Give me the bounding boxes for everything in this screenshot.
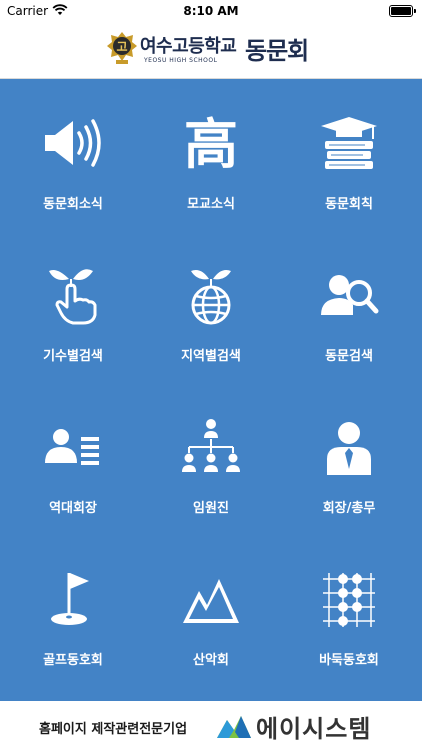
emblem-char: 고	[116, 40, 127, 54]
menu-label: 모교소식	[187, 197, 235, 212]
page-title: 동문회	[245, 37, 309, 65]
menu-item-region-search[interactable]: 지역별검색	[141, 231, 281, 381]
menu-label: 동문회칙	[325, 197, 373, 212]
person-icon	[327, 422, 371, 475]
school-emblem-icon: 고	[107, 32, 137, 64]
golf-flag-icon	[51, 573, 89, 625]
clock: 8:10 AM	[183, 4, 239, 18]
company-logo-icon	[217, 716, 251, 738]
menu-label: 역대회장	[49, 501, 97, 516]
globe-sprout-icon	[191, 270, 231, 325]
school-character-icon: 高	[184, 113, 238, 173]
menu-label: 동문회소식	[43, 197, 103, 212]
menu-label: 바둑동호회	[319, 653, 379, 668]
sprout-hand-icon	[49, 269, 97, 325]
user-search-icon	[321, 275, 379, 315]
menu-label: 회장/총무	[322, 501, 376, 516]
menu-item-golf-club[interactable]: 골프동호회	[3, 535, 143, 685]
menu-label: 기수별검색	[43, 349, 103, 364]
app-header: 고 여수고등학교 YEOSU HIGH SCHOOL 동문회	[0, 22, 422, 79]
org-chart-icon	[182, 419, 240, 472]
menu-item-president-secretary[interactable]: 회장/총무	[279, 383, 419, 533]
footer-brand: 에이시스템	[256, 715, 372, 743]
status-bar: Carrier 8:10 AM	[0, 0, 422, 22]
menu-item-alumni-search[interactable]: 동문검색	[279, 231, 419, 381]
menu-label: 산악회	[193, 653, 229, 668]
menu-item-class-search[interactable]: 기수별검색	[3, 231, 143, 381]
footer-banner[interactable]: 홈페이지 제작관련전문기업 에이시스템	[0, 701, 422, 750]
speaker-icon	[45, 119, 101, 167]
menu-item-school-news[interactable]: 高 모교소식	[141, 79, 281, 229]
menu-label: 골프동호회	[43, 653, 103, 668]
menu-item-alumni-news[interactable]: 동문회소식	[3, 79, 143, 229]
school-subtitle: YEOSU HIGH SCHOOL	[144, 57, 218, 64]
menu-grid: 동문회소식 高 모교소식 동문회칙 기수별검색 지역별검색 동문검색 역대회장 …	[0, 79, 422, 701]
user-list-icon	[45, 429, 99, 465]
menu-label: 동문검색	[325, 349, 373, 364]
mountain-icon	[183, 579, 239, 623]
menu-item-hiking-club[interactable]: 산악회	[141, 535, 281, 685]
svg-text:高: 高	[184, 113, 238, 173]
books-graduation-cap-icon	[321, 117, 377, 169]
footer-text: 홈페이지 제작관련전문기업	[39, 722, 188, 737]
baduk-board-icon	[323, 573, 375, 627]
menu-item-executives[interactable]: 임원진	[141, 383, 281, 533]
menu-item-rules[interactable]: 동문회칙	[279, 79, 419, 229]
menu-item-past-presidents[interactable]: 역대회장	[3, 383, 143, 533]
menu-label: 지역별검색	[181, 349, 241, 364]
battery-icon	[389, 5, 416, 17]
menu-item-baduk-club[interactable]: 바둑동호회	[279, 535, 419, 685]
school-name: 여수고등학교	[140, 36, 237, 57]
menu-label: 임원진	[193, 501, 229, 516]
